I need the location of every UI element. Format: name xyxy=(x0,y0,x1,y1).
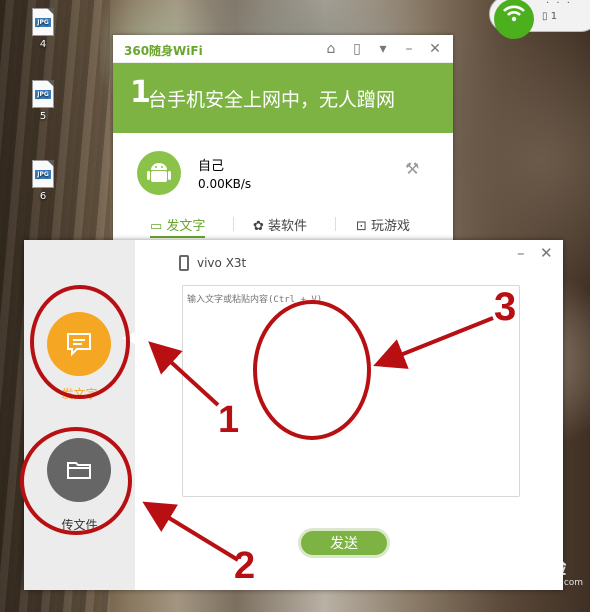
jpg-file-icon: JPG xyxy=(32,8,54,36)
minimize-icon[interactable]: – xyxy=(400,41,418,57)
jpg-file-icon: JPG xyxy=(32,80,54,108)
connected-count: 1 xyxy=(550,11,558,22)
message-icon: ▭ xyxy=(150,219,167,234)
message-icon xyxy=(67,333,91,357)
minimize-icon[interactable]: – xyxy=(517,244,525,262)
baidu-watermark: Bai du 经验 xyxy=(452,558,568,579)
tab-games[interactable]: ⊡ 玩游戏 xyxy=(356,215,410,234)
tab-install-apps[interactable]: ✿ 装软件 xyxy=(253,215,307,234)
tab-label: 发文字 xyxy=(166,219,206,234)
desktop-file-label: 6 xyxy=(39,191,47,202)
file-ext: JPG xyxy=(35,90,51,99)
device-name: 自己 xyxy=(198,159,225,174)
desktop-file-6[interactable]: JPG 6 xyxy=(25,160,61,202)
window-titlebar: 360随身WiFi ⌂ ▯ ▾ – ✕ xyxy=(113,35,453,63)
wifi-main-window: 360随身WiFi ⌂ ▯ ▾ – ✕ 1 台手机安全上网中，无人蹭网 自己 0… xyxy=(113,35,453,245)
send-button[interactable]: 发送 xyxy=(298,528,390,558)
send-text-label: 发文字 xyxy=(61,387,98,401)
wifi-tray-widget[interactable]: · · · ▯ 1 xyxy=(489,0,590,39)
target-device-name: vivo X3t xyxy=(197,256,247,270)
connected-devices: ▯ 1 xyxy=(542,11,558,22)
folder-icon xyxy=(67,462,91,479)
send-file-button[interactable] xyxy=(47,438,111,502)
desktop-file-label: 4 xyxy=(39,39,47,50)
wifi-status xyxy=(494,0,534,39)
banner-text: 台手机安全上网中，无人蹭网 xyxy=(148,89,396,111)
send-dialog: 发文字 传文件 – ✕ vivo X3t 发送 xyxy=(24,240,563,590)
file-ext: JPG xyxy=(35,18,51,27)
device-speed: 0.00KB/s xyxy=(198,177,252,191)
desktop-file-5[interactable]: JPG 5 xyxy=(25,80,61,122)
file-ext: JPG xyxy=(35,170,51,179)
apps-icon: ✿ xyxy=(253,219,269,234)
send-text-button[interactable] xyxy=(47,312,111,376)
more-dots: · · · xyxy=(546,0,572,9)
tab-label: 装软件 xyxy=(268,219,308,234)
desktop-file-4[interactable]: JPG 4 xyxy=(25,8,61,50)
watermark-url: jingyan.baidu.com xyxy=(500,578,584,588)
tab-send-text[interactable]: ▭ 发文字 xyxy=(150,215,206,238)
jpg-file-icon: JPG xyxy=(32,160,54,188)
selection-pointer xyxy=(122,332,135,344)
phone-icon[interactable]: ▯ xyxy=(348,41,366,57)
close-icon[interactable]: ✕ xyxy=(426,41,444,57)
app-logo: 360随身WiFi xyxy=(124,44,203,58)
wifi-icon xyxy=(503,5,525,22)
device-row: 自己 0.00KB/s ⚒ xyxy=(113,133,453,208)
message-input[interactable] xyxy=(182,285,520,497)
phone-icon xyxy=(179,255,189,271)
tab-divider xyxy=(335,217,336,231)
gamepad-icon: ⊡ xyxy=(356,219,372,234)
android-icon xyxy=(137,151,181,195)
feature-tabs: ▭ 发文字 ✿ 装软件 ⊡ 玩游戏 xyxy=(113,213,453,238)
tab-divider xyxy=(233,217,234,231)
share-icon[interactable]: ⌂ xyxy=(322,41,340,57)
wrench-icon[interactable]: ⚒ xyxy=(405,159,419,178)
tab-label: 玩游戏 xyxy=(371,219,411,234)
close-icon[interactable]: ✕ xyxy=(540,244,553,262)
desktop-file-label: 5 xyxy=(39,111,47,122)
status-banner: 1 台手机安全上网中，无人蹭网 xyxy=(113,63,453,133)
dialog-sidebar: 发文字 传文件 xyxy=(24,240,135,590)
menu-icon[interactable]: ▾ xyxy=(374,41,392,57)
send-file-label: 传文件 xyxy=(61,518,98,532)
